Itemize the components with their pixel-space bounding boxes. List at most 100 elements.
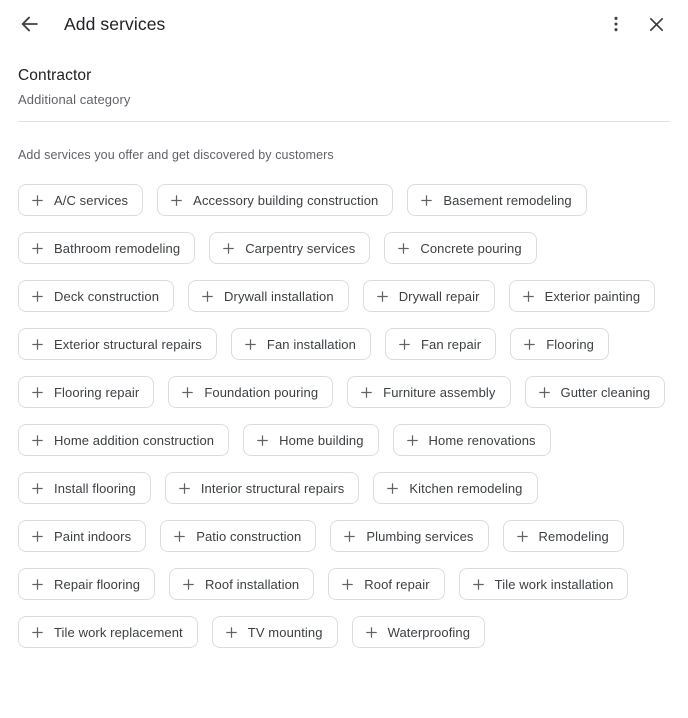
service-chip[interactable]: Home addition construction xyxy=(18,424,230,456)
category-name: Contractor xyxy=(18,67,92,84)
plus-icon xyxy=(30,577,45,592)
plus-icon xyxy=(537,385,552,400)
service-chip[interactable]: Bathroom remodeling xyxy=(18,232,196,264)
service-chip-label: Repair flooring xyxy=(54,576,141,592)
service-chip-label: Fan repair xyxy=(420,336,482,352)
service-chip-label: Tile work installation xyxy=(494,576,614,592)
service-chip[interactable]: Kitchen remodeling xyxy=(373,472,538,504)
service-chip[interactable]: Drywall repair xyxy=(362,280,495,312)
service-chip-label: Home renovations xyxy=(428,432,536,448)
plus-icon xyxy=(30,337,45,352)
service-chip[interactable]: Gutter cleaning xyxy=(524,376,666,408)
service-chip[interactable]: Flooring repair xyxy=(18,376,155,408)
service-chip[interactable]: Accessory building construction xyxy=(157,184,394,216)
service-chip[interactable]: Roof repair xyxy=(328,568,445,600)
plus-icon xyxy=(180,385,195,400)
page-title: Add services xyxy=(64,13,166,34)
service-chip-label: Flooring xyxy=(546,336,594,352)
service-chip[interactable]: Remodeling xyxy=(502,520,624,552)
service-chip[interactable]: Flooring xyxy=(510,328,609,360)
close-icon xyxy=(646,14,667,35)
service-chip-label: Interior structural repairs xyxy=(200,480,345,496)
service-chip[interactable]: Paint indoors xyxy=(18,520,147,552)
service-chip[interactable]: Tile work replacement xyxy=(18,616,198,648)
plus-icon xyxy=(405,433,420,448)
plus-icon xyxy=(515,529,530,544)
service-chip[interactable]: TV mounting xyxy=(211,616,338,648)
service-chip[interactable]: Install flooring xyxy=(18,472,151,504)
service-chip[interactable]: Repair flooring xyxy=(18,568,156,600)
service-chip[interactable]: Exterior painting xyxy=(508,280,656,312)
service-chip[interactable]: Exterior structural repairs xyxy=(18,328,217,360)
service-chip-label: Kitchen remodeling xyxy=(409,480,523,496)
plus-icon xyxy=(397,337,412,352)
plus-icon xyxy=(340,577,355,592)
service-chip[interactable]: Carpentry services xyxy=(209,232,371,264)
back-button[interactable] xyxy=(10,4,50,44)
service-chip-label: Roof installation xyxy=(205,576,300,592)
plus-icon xyxy=(30,529,45,544)
arrow-back-icon xyxy=(19,13,41,35)
plus-icon xyxy=(396,241,411,256)
service-chip[interactable]: Foundation pouring xyxy=(168,376,334,408)
service-chip-label: Drywall installation xyxy=(224,288,334,304)
service-chip-label: Remodeling xyxy=(538,528,609,544)
service-chip-label: Bathroom remodeling xyxy=(54,240,181,256)
plus-icon xyxy=(172,529,187,544)
service-chip[interactable]: Furniture assembly xyxy=(347,376,511,408)
service-chip[interactable]: Drywall installation xyxy=(188,280,349,312)
service-chip-label: Concrete pouring xyxy=(420,240,522,256)
plus-icon xyxy=(342,529,357,544)
service-chip-label: Exterior painting xyxy=(544,288,641,304)
plus-icon xyxy=(30,433,45,448)
service-chip-label: Carpentry services xyxy=(245,240,356,256)
plus-icon xyxy=(385,481,400,496)
service-chip-label: Paint indoors xyxy=(54,528,132,544)
service-chip[interactable]: Roof installation xyxy=(169,568,315,600)
service-chip-label: Furniture assembly xyxy=(383,384,496,400)
service-chip[interactable]: Plumbing services xyxy=(330,520,489,552)
plus-icon xyxy=(522,337,537,352)
service-chip[interactable]: Basement remodeling xyxy=(407,184,587,216)
plus-icon xyxy=(30,385,45,400)
service-chip-label: Fan installation xyxy=(266,336,356,352)
service-chip-label: Patio construction xyxy=(196,528,302,544)
plus-icon xyxy=(243,337,258,352)
overflow-menu-button[interactable] xyxy=(596,4,636,44)
plus-icon xyxy=(521,289,536,304)
service-chip[interactable]: Deck construction xyxy=(18,280,175,312)
service-chip[interactable]: Tile work installation xyxy=(458,568,629,600)
service-chip-label: TV mounting xyxy=(247,624,323,640)
service-chip-label: Install flooring xyxy=(54,480,136,496)
service-chip-label: Exterior structural repairs xyxy=(54,336,202,352)
plus-icon xyxy=(30,289,45,304)
plus-icon xyxy=(30,481,45,496)
close-button[interactable] xyxy=(636,4,676,44)
dialog-header: Add services xyxy=(0,0,688,48)
service-chip-label: Drywall repair xyxy=(398,288,480,304)
category-block: Contractor Additional category xyxy=(0,48,688,109)
service-chip[interactable]: Patio construction xyxy=(160,520,317,552)
category-subtitle: Additional category xyxy=(18,92,131,107)
service-chip-label: Basement remodeling xyxy=(443,192,572,208)
plus-icon xyxy=(30,241,45,256)
plus-icon xyxy=(255,433,270,448)
service-chip[interactable]: Interior structural repairs xyxy=(164,472,360,504)
plus-icon xyxy=(224,625,239,640)
service-chip[interactable]: A/C services xyxy=(18,184,144,216)
plus-icon xyxy=(181,577,196,592)
service-chip-label: Plumbing services xyxy=(366,528,474,544)
service-chip[interactable]: Fan repair xyxy=(384,328,497,360)
plus-icon xyxy=(419,193,434,208)
plus-icon xyxy=(177,481,192,496)
service-chip[interactable]: Fan installation xyxy=(230,328,371,360)
service-chip[interactable]: Waterproofing xyxy=(351,616,486,648)
service-chip[interactable]: Home building xyxy=(243,424,379,456)
service-chip[interactable]: Concrete pouring xyxy=(384,232,537,264)
service-chip-label: Tile work replacement xyxy=(54,624,183,640)
service-chip[interactable]: Home renovations xyxy=(392,424,551,456)
service-chip-list: A/C services Accessory building construct… xyxy=(0,162,688,648)
service-chip-label: Home addition construction xyxy=(54,432,215,448)
service-chip-label: Waterproofing xyxy=(387,624,471,640)
plus-icon xyxy=(471,577,486,592)
